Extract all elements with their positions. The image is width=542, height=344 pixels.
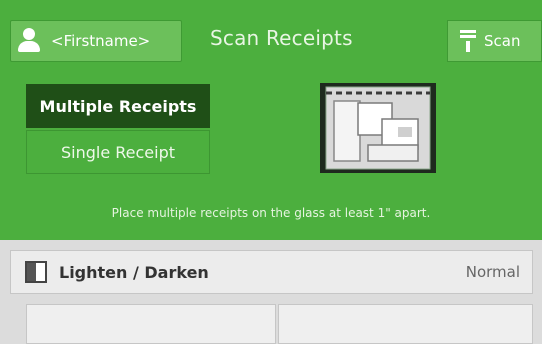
bottom-right-button[interactable] <box>278 304 533 344</box>
scan-icon <box>460 30 476 52</box>
placement-hint: Place multiple receipts on the glass at … <box>111 206 431 220</box>
lighten-darken-value: Normal <box>465 263 520 281</box>
contrast-icon <box>25 261 47 283</box>
tab-multiple-receipts[interactable]: Multiple Receipts <box>26 84 210 128</box>
tab-single-receipt[interactable]: Single Receipt <box>26 130 210 174</box>
bottom-left-button[interactable] <box>26 304 276 344</box>
header-panel: <Firstname> Scan Receipts Scan Multiple … <box>0 0 542 240</box>
lighten-darken-label: Lighten / Darken <box>59 262 209 282</box>
user-icon <box>17 28 41 54</box>
user-name: <Firstname> <box>51 32 151 50</box>
scan-label: Scan <box>484 32 521 50</box>
app-title: Scan Receipts <box>210 26 353 50</box>
scanner-glass-illustration <box>320 83 436 173</box>
lighten-darken-setting[interactable]: Lighten / Darken Normal <box>10 250 533 294</box>
user-button[interactable]: <Firstname> <box>10 20 182 62</box>
scan-button[interactable]: Scan <box>447 20 542 62</box>
